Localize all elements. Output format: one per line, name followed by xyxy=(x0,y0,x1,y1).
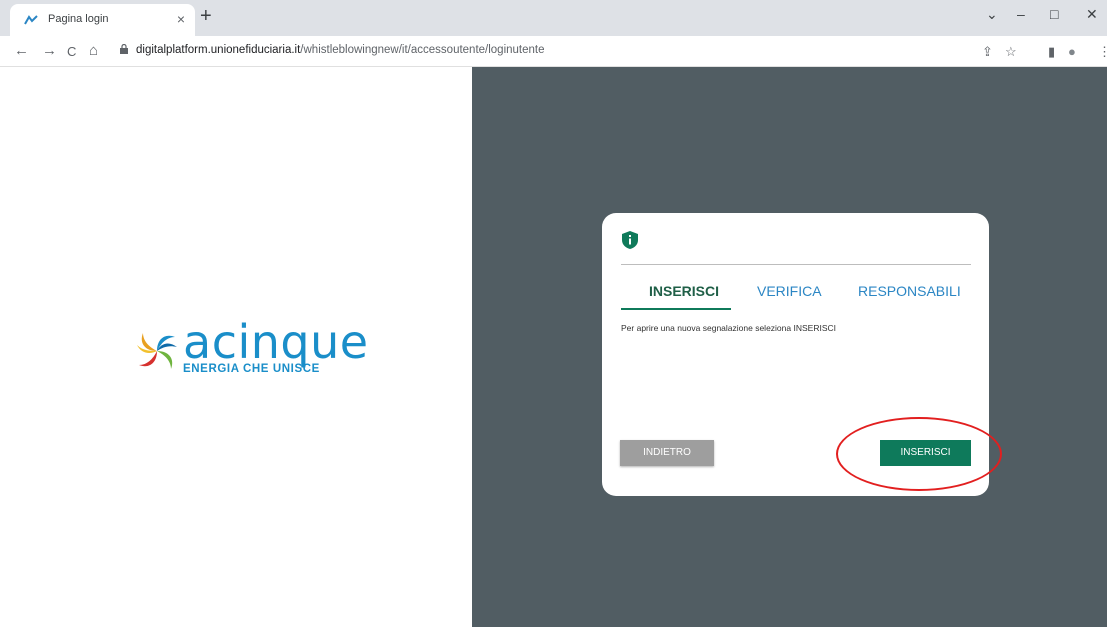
minimize-icon[interactable]: – xyxy=(1017,6,1025,22)
tab-inserisci[interactable]: INSERISCI xyxy=(649,283,719,299)
highlight-circle-annotation xyxy=(836,417,1002,491)
active-tab-indicator xyxy=(621,308,731,310)
card-divider xyxy=(621,264,971,265)
tab-responsabili[interactable]: RESPONSABILI xyxy=(858,283,961,299)
browser-tab[interactable]: Pagina login × xyxy=(10,4,195,36)
acinque-swirl-icon xyxy=(137,333,177,369)
url-host: digitalplatform.unionefiduciaria.it xyxy=(136,44,301,56)
tab-search-icon[interactable]: ⌄ xyxy=(986,6,998,23)
tab-close-icon[interactable]: × xyxy=(177,11,185,27)
bookmark-star-icon[interactable]: ☆ xyxy=(1005,44,1017,60)
tab-title: Pagina login xyxy=(48,13,109,25)
maximize-icon[interactable]: □ xyxy=(1050,6,1058,22)
back-arrow-icon[interactable]: ← xyxy=(14,42,29,59)
side-panel-icon[interactable]: ▮ xyxy=(1048,44,1055,60)
address-bar[interactable]: digitalplatform.unionefiduciaria.it/whis… xyxy=(110,40,975,62)
logo-tagline: ENERGIA CHE UNISCE xyxy=(183,363,320,375)
profile-avatar-icon[interactable]: ● xyxy=(1068,44,1076,59)
back-button[interactable]: INDIETRO xyxy=(620,440,714,466)
browser-menu-icon[interactable]: ⋮ xyxy=(1098,44,1107,60)
logo-panel: acinque ENERGIA CHE UNISCE xyxy=(0,67,472,627)
url-text: digitalplatform.unionefiduciaria.it/whis… xyxy=(136,44,545,56)
share-icon[interactable]: ⇪ xyxy=(982,44,993,60)
close-window-icon[interactable]: ✕ xyxy=(1086,6,1098,23)
site-favicon-icon xyxy=(24,15,38,25)
shield-info-icon xyxy=(622,231,638,249)
reload-icon[interactable]: C xyxy=(67,44,76,59)
new-tab-icon[interactable]: + xyxy=(200,5,212,28)
instruction-text: Per aprire una nuova segnalazione selezi… xyxy=(621,323,836,333)
home-icon[interactable]: ⌂ xyxy=(89,42,98,59)
card-tabs: INSERISCI VERIFICA RESPONSABILI xyxy=(621,283,971,311)
lock-icon xyxy=(120,44,128,54)
logo-wordmark: acinque xyxy=(183,315,369,369)
url-path: /whistleblowingnew/it/accessoutente/logi… xyxy=(300,44,545,56)
tab-verifica[interactable]: VERIFICA xyxy=(757,283,822,299)
browser-tabstrip: Pagina login × + ⌄ – □ ✕ xyxy=(0,0,1107,36)
forward-arrow-icon[interactable]: → xyxy=(42,42,57,59)
browser-toolbar: ← → C ⌂ digitalplatform.unionefiduciaria… xyxy=(0,36,1107,67)
